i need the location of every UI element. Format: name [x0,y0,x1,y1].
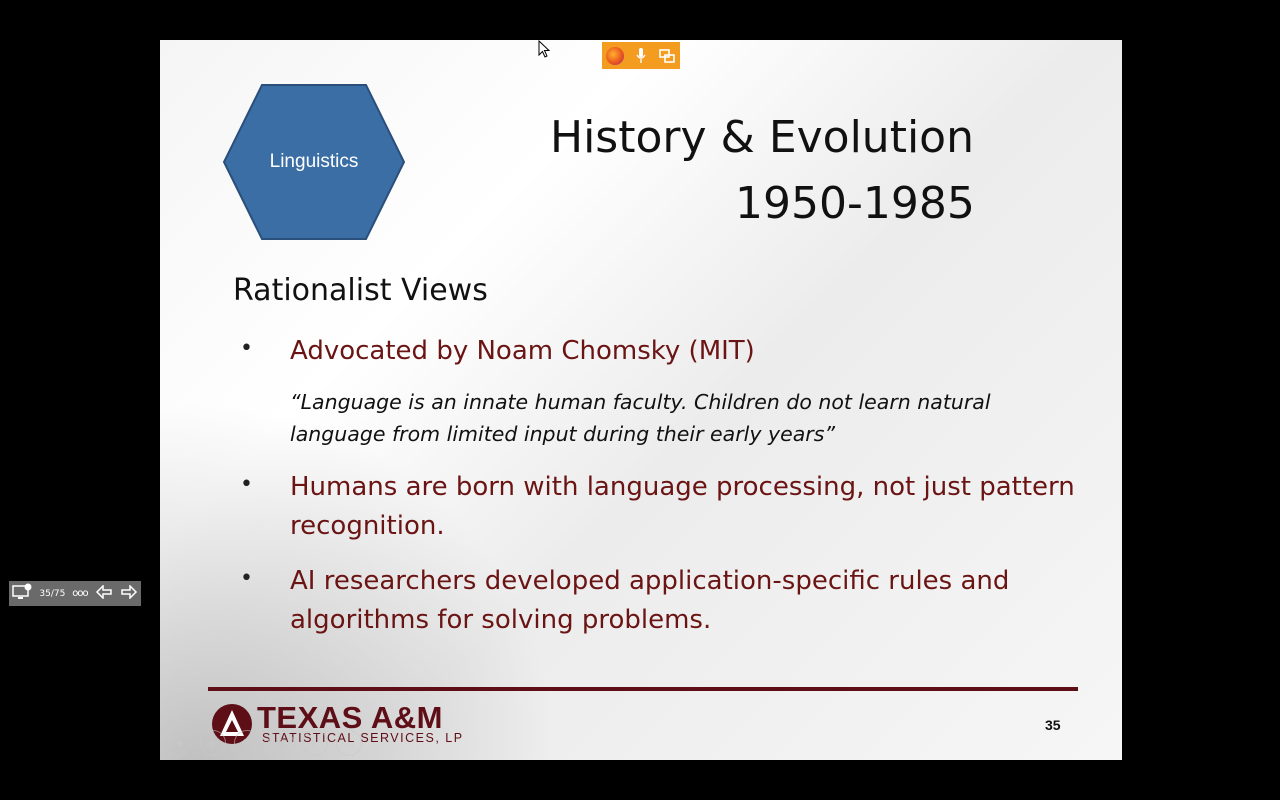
screen-share-icon[interactable] [656,45,678,67]
chomsky-quote: “Language is an innate human faculty. Ch… [290,390,991,446]
next-arrow-icon[interactable] [120,583,138,603]
more-options-icon[interactable]: ooo [72,588,88,599]
bullet-marker: • [240,336,253,361]
footer-divider [208,687,1078,691]
browser-extension-bar [602,42,680,69]
page-number: 35 [1045,717,1061,733]
more-control-icon[interactable]: … [336,730,362,756]
next-slide-control-icon[interactable]: ▶ [200,730,226,756]
slides-control-icon[interactable]: ▣ [268,730,294,756]
slide-title: History & Evolution [550,112,974,163]
microphone-icon[interactable] [630,45,652,67]
mouse-cursor-icon [538,39,551,63]
zoom-control-icon[interactable]: ⌕ [302,730,328,756]
previous-arrow-icon[interactable] [95,583,113,603]
section-heading: Rationalist Views [233,273,488,308]
hexagon-label: Linguistics [269,151,359,172]
bullet-marker: • [240,472,253,497]
linguistics-hexagon: Linguistics [222,83,406,241]
pen-control-icon[interactable]: ✎ [234,730,260,756]
presentation-slide: Linguistics History & Evolution 1950-198… [160,40,1122,760]
bullet-marker: • [240,566,253,591]
presenter-toolbar: 35/75 ooo [9,581,141,606]
monitor-icon[interactable] [12,583,32,605]
slide-title-years: 1950-1985 [735,178,975,229]
prev-slide-control-icon[interactable]: ◀ [166,730,192,756]
bullet-item: Advocated by Noam Chomsky (MIT) [290,336,755,366]
bullet-item: AI researchers developed application-spe… [290,566,1010,635]
slide-counter: 35/75 [39,588,66,599]
bullet-item: Humans are born with language processing… [290,472,1075,541]
firefox-icon[interactable] [604,45,626,67]
